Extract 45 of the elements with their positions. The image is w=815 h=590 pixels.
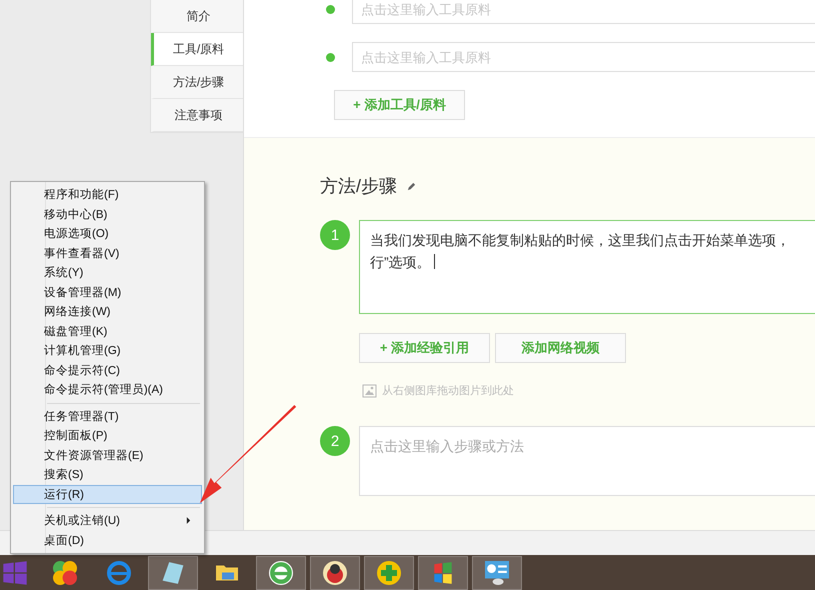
bird-icon [323, 560, 347, 584]
menu-item[interactable]: 文件资源管理器(E) [13, 446, 202, 465]
plus-icon [377, 560, 401, 584]
menu-item[interactable]: 任务管理器(T) [13, 406, 202, 426]
menu-item[interactable]: 计算机管理(G) [13, 341, 202, 360]
control-panel-icon [485, 560, 509, 584]
menu-item[interactable]: 关机或注销(U) [13, 511, 202, 530]
menu-item[interactable]: 搜索(S) [13, 465, 202, 484]
browser-icon [107, 560, 131, 584]
menu-item[interactable]: 命令提示符(C) [13, 360, 202, 380]
taskbar-app[interactable] [148, 556, 198, 590]
browser-icon [269, 560, 293, 584]
balls-icon [53, 560, 77, 584]
menu-item[interactable]: 运行(R) [13, 484, 202, 504]
step-text-field[interactable]: 当我们发现电脑不能复制粘贴的时候，这里我们点击开始菜单选项， 行”选项。 [359, 220, 815, 314]
menu-item[interactable]: 命令提示符(管理员)(A) [13, 380, 202, 400]
pencil-icon[interactable] [407, 182, 416, 190]
menu-item[interactable]: 电源选项(O) [13, 224, 202, 244]
notes-icon [161, 560, 185, 584]
menu-item[interactable]: 控制面板(P) [13, 426, 202, 446]
taskbar-app[interactable] [472, 556, 522, 590]
step-number: 2 [320, 426, 350, 456]
menu-item[interactable]: 桌面(D) [13, 530, 202, 550]
menu-item[interactable]: 设备管理器(M) [13, 282, 202, 302]
bullet-icon [326, 52, 335, 62]
start-icon[interactable] [2, 560, 28, 586]
menu-item[interactable]: 程序和功能(F) [13, 185, 202, 204]
image-icon [361, 384, 377, 398]
image-drop-hint: 从右侧图库拖动图片到此处 [382, 384, 514, 398]
bullet-icon [326, 4, 335, 14]
nav-tab[interactable]: 注意事项 [151, 99, 243, 132]
menu-item[interactable]: 网络连接(W) [13, 302, 202, 322]
taskbar-app[interactable] [310, 556, 360, 590]
menu-item[interactable]: 磁盘管理(K) [13, 322, 202, 341]
input-field[interactable]: 点击这里输入工具原料 [352, 0, 815, 24]
menu-item[interactable]: 移动中心(B) [13, 204, 202, 224]
taskbar-app[interactable] [418, 556, 468, 590]
step-number: 1 [320, 220, 350, 250]
menu-item[interactable]: 系统(Y) [13, 263, 202, 282]
section-title: 方法/步骤 [320, 175, 398, 198]
taskbar-app[interactable] [256, 556, 306, 590]
input-field[interactable]: 点击这里输入工具原料 [352, 42, 815, 72]
menu-item[interactable]: 事件查看器(V) [13, 244, 202, 263]
nav-tab[interactable]: 方法/步骤 [151, 66, 243, 99]
nav-tab[interactable]: 工具/原料 [151, 33, 243, 66]
